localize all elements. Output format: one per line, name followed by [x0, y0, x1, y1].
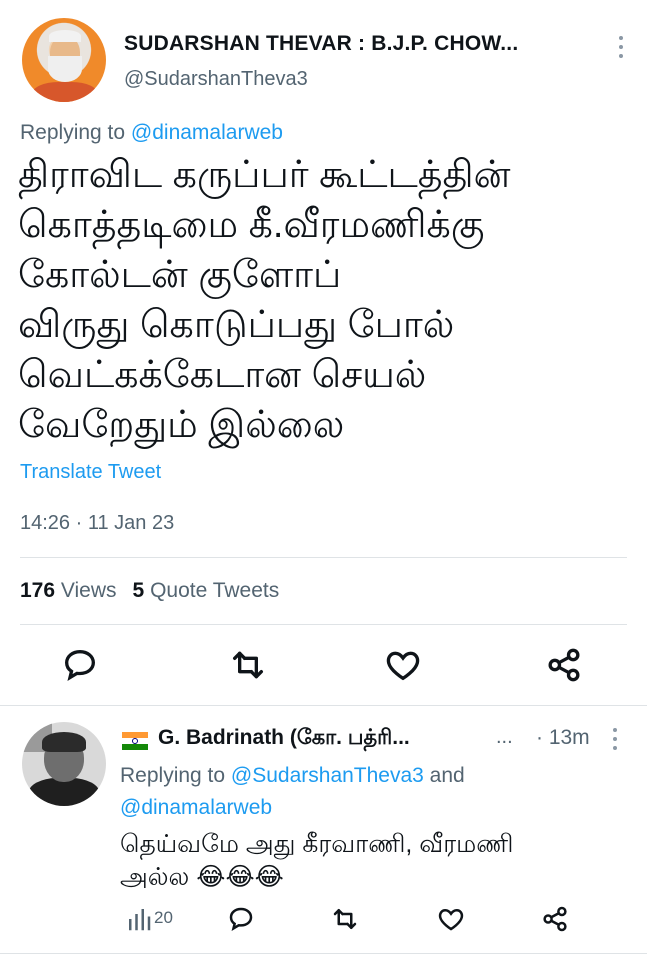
reply-author-name[interactable]: G. Badrinath (கோ. பத்ரி...	[158, 726, 410, 752]
views-count: 20	[154, 908, 173, 927]
reply-text-line: தெய்வமே அது கீரவாணி, வீரமணி	[120, 830, 514, 858]
tweet-text: திராவிட கருப்பர் கூட்டத்தின் கொத்தடிமை க…	[18, 150, 618, 450]
retweet-icon[interactable]	[330, 904, 360, 934]
views-label: Views	[60, 579, 117, 602]
reply-name-ellipsis: ...	[496, 726, 513, 748]
share-icon[interactable]	[540, 904, 570, 934]
more-icon[interactable]	[618, 36, 624, 58]
replying-to: Replying to @dinamalarweb	[20, 121, 283, 145]
replying-prefix: Replying to	[20, 121, 131, 144]
mention-link[interactable]: @SudarshanTheva3	[231, 764, 424, 787]
quote-tweets-stat[interactable]: 5 Quote Tweets	[133, 579, 280, 602]
tweet-text-line: விருது கொடுப்பது போல்	[18, 304, 455, 346]
replying-and: and	[423, 764, 465, 787]
like-icon[interactable]	[436, 904, 466, 934]
mention-link[interactable]: @dinamalarweb	[131, 121, 283, 144]
share-icon[interactable]	[544, 645, 584, 685]
reply-text: தெய்வமே அது கீரவாணி, வீரமணி அல்ல 😂😂😂	[120, 828, 620, 894]
tweet-text-line: கொத்தடிமை கீ.வீரமணிக்கு	[18, 204, 485, 246]
divider	[0, 953, 647, 954]
divider	[20, 557, 627, 558]
tweet-text-line: கோல்டன் குளோப்	[18, 254, 342, 296]
like-icon[interactable]	[383, 645, 423, 685]
tweet-text-line: திராவிட கருப்பர் கூட்டத்தின்	[18, 154, 511, 196]
tweet-stats: 176 Views 5 Quote Tweets	[20, 579, 279, 603]
avatar[interactable]	[22, 18, 106, 102]
mention-link[interactable]: @dinamalarweb	[120, 796, 272, 819]
reply-replying-to: Replying to @SudarshanTheva3 and @dinama…	[120, 760, 620, 824]
views-stat[interactable]: 176 Views	[20, 579, 117, 602]
tweet-header: SUDARSHAN THEVAR : B.J.P. CHOW... @Sudar…	[22, 18, 632, 108]
views-icon[interactable]	[124, 904, 154, 934]
tweet-text-line: வெட்கக்கேடான செயல்	[18, 354, 427, 396]
avatar[interactable]	[22, 722, 106, 806]
reply-text-line: அல்ல 😂😂😂	[120, 863, 284, 891]
retweet-icon[interactable]	[228, 645, 268, 685]
more-icon[interactable]	[612, 728, 618, 750]
reply-time[interactable]: · 13m	[536, 726, 590, 750]
reply-icon[interactable]	[60, 645, 100, 685]
tweet-timestamp[interactable]: 14:26 · 11 Jan 23	[20, 512, 174, 535]
replying-prefix: Replying to	[120, 764, 231, 787]
tweet-actions	[0, 645, 647, 685]
reply-actions: 20	[0, 904, 647, 938]
divider	[0, 705, 647, 706]
divider	[20, 624, 627, 625]
reply-tweet[interactable]: G. Badrinath (கோ. பத்ரி... ... · 13m Rep…	[0, 712, 647, 960]
author-handle[interactable]: @SudarshanTheva3	[124, 68, 308, 91]
quote-tweets-count: 5	[132, 579, 145, 602]
views-count: 176	[20, 579, 56, 602]
author-display-name[interactable]: SUDARSHAN THEVAR : B.J.P. CHOW...	[124, 32, 518, 56]
quote-tweets-label: Quote Tweets	[150, 579, 280, 602]
translate-tweet-link[interactable]: Translate Tweet	[20, 461, 161, 484]
reply-icon[interactable]	[226, 904, 256, 934]
tweet-text-line: வேறேதும் இல்லை	[18, 404, 345, 446]
india-flag-icon	[122, 732, 148, 750]
